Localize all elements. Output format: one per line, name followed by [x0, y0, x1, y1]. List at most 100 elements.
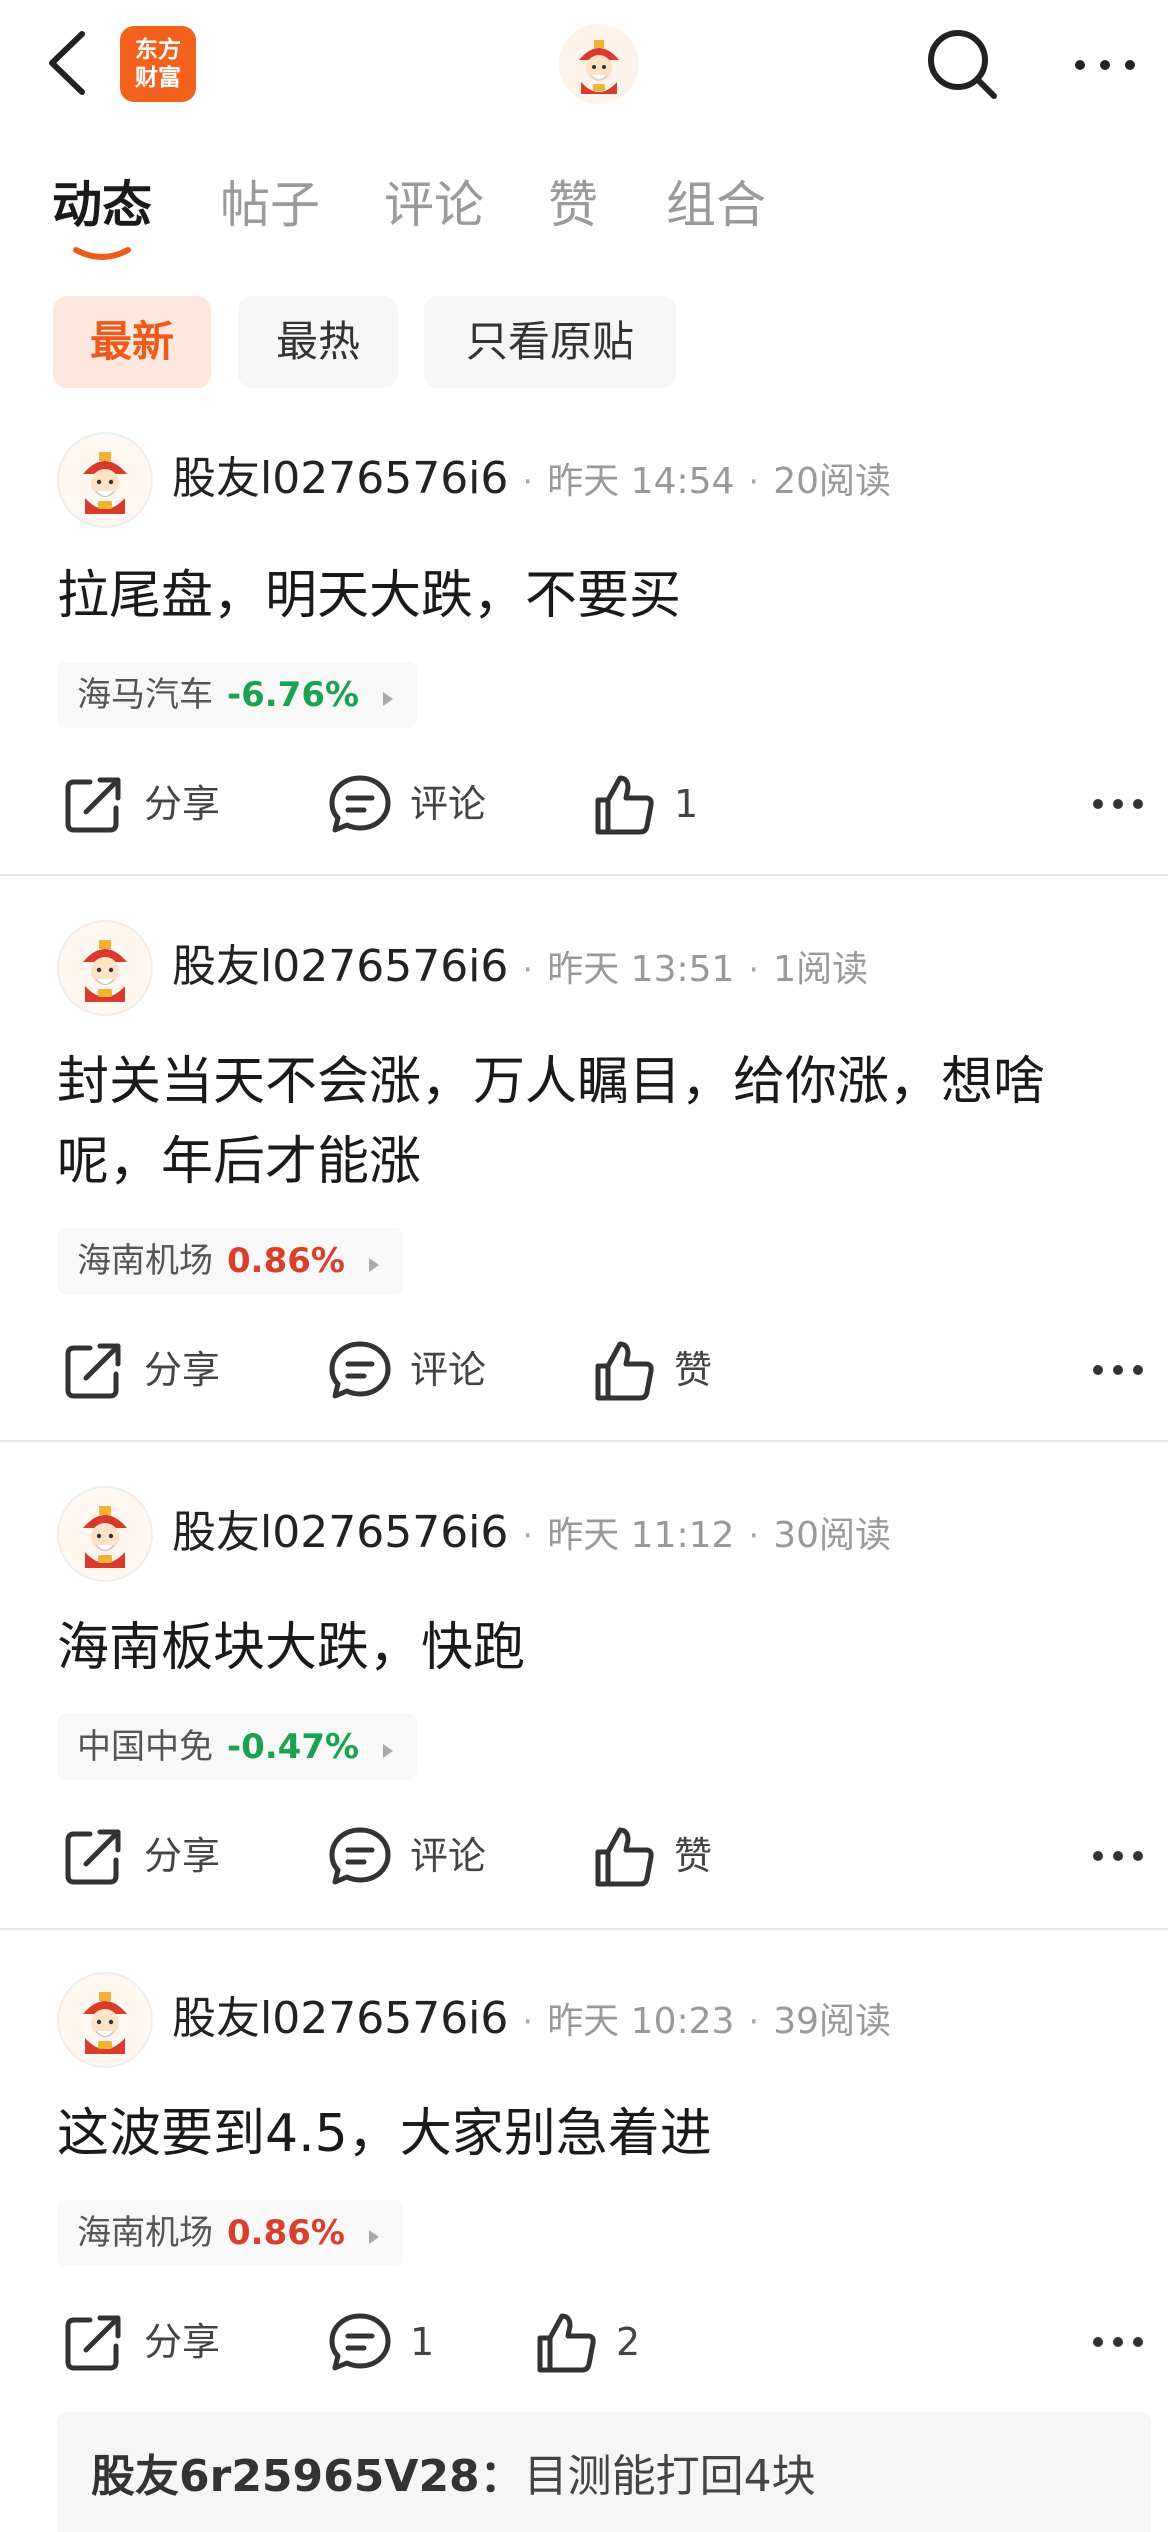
logo-text-line1: 东方 [135, 37, 181, 63]
fortune-god-avatar-icon [61, 436, 149, 524]
post-text[interactable]: 这波要到4.5，大家别急着进 [57, 2094, 1137, 2174]
play-arrow-icon [368, 1257, 379, 1272]
comment-button[interactable]: 评论 [326, 764, 506, 844]
post-time: 昨天 11:12 [547, 1515, 735, 1556]
more-options-button[interactable] [1070, 40, 1140, 90]
avatar[interactable] [57, 1486, 153, 1582]
tab-bar: 动态 帖子 评论 赞 组合 [0, 160, 1168, 270]
share-label: 分享 [144, 782, 221, 826]
more-horizontal-icon [1075, 60, 1135, 70]
stock-name: 海南机场 [77, 1241, 213, 1281]
meta-separator: · [522, 462, 534, 502]
like-button[interactable]: 赞 [590, 1330, 770, 1410]
avatar[interactable] [57, 920, 153, 1016]
comment-button[interactable]: 评论 [326, 1816, 506, 1896]
fortune-god-avatar-icon [61, 1490, 149, 1578]
comment-line: 股友6r25965V28：目测能打回4块 [91, 2442, 816, 2512]
post-text[interactable]: 封关当天不会涨，万人瞩目，给你涨，想啥呢，年后才能涨 [57, 1042, 1137, 1202]
stock-name: 海马汽车 [77, 675, 213, 715]
tab-activity[interactable]: 动态 [52, 170, 152, 240]
thumbs-up-icon [537, 2313, 596, 2373]
post-meta: 股友l0276576i6 · 昨天 10:23 · 39阅读 [172, 1984, 891, 2054]
comment-button[interactable]: 评论 [326, 1330, 506, 1410]
meta-separator: · [748, 462, 760, 502]
stock-tag[interactable]: 海南机场 0.86% [57, 1228, 403, 1294]
comment-button[interactable]: 1 [326, 2302, 466, 2382]
fortune-god-avatar-icon [61, 1976, 149, 2064]
like-label: 赞 [674, 1834, 713, 1878]
username[interactable]: 股友l0276576i6 [172, 453, 508, 504]
comment-count: 1 [410, 2320, 435, 2364]
like-button[interactable]: 1 [590, 764, 770, 844]
profile-avatar[interactable] [557, 22, 641, 106]
post-time: 昨天 13:51 [547, 949, 735, 990]
stock-tag[interactable]: 海马汽车 -6.76% [57, 662, 418, 728]
post-actions: 分享 评论 赞 [0, 1816, 1168, 1896]
tab-likes[interactable]: 赞 [548, 170, 598, 240]
like-count: 1 [674, 782, 699, 826]
share-button[interactable]: 分享 [60, 2302, 240, 2382]
share-label: 分享 [144, 1834, 221, 1878]
read-count: 20阅读 [773, 461, 892, 502]
share-icon [65, 2315, 121, 2371]
post-divider [0, 874, 1168, 876]
back-button[interactable] [40, 28, 100, 98]
more-horizontal-icon[interactable] [1090, 1348, 1146, 1392]
share-label: 分享 [144, 2320, 221, 2364]
comment-icon [329, 775, 391, 833]
post-actions: 分享 1 2 [0, 2302, 1168, 2382]
username[interactable]: 股友l0276576i6 [172, 941, 508, 992]
meta-separator: · [748, 2002, 760, 2042]
tab-posts[interactable]: 帖子 [220, 170, 320, 240]
logo-text-line2: 财富 [135, 65, 181, 91]
search-button[interactable] [922, 24, 1002, 104]
share-button[interactable]: 分享 [60, 764, 240, 844]
search-icon [928, 30, 997, 99]
comment-username[interactable]: 股友6r25965V28： [91, 2451, 524, 2502]
stock-change: 0.86% [227, 2213, 345, 2253]
username[interactable]: 股友l0276576i6 [172, 1993, 508, 2044]
filter-original-only[interactable]: 只看原贴 [424, 296, 676, 388]
avatar[interactable] [57, 432, 153, 528]
stock-tag[interactable]: 海南机场 0.86% [57, 2200, 403, 2266]
tab-comments[interactable]: 评论 [384, 170, 484, 240]
more-horizontal-icon[interactable] [1090, 782, 1146, 826]
post-text[interactable]: 海南板块大跌，快跑 [57, 1608, 1137, 1688]
stock-change: -0.47% [227, 1727, 360, 1767]
stock-name: 中国中免 [77, 1727, 213, 1767]
thumbs-up-icon [595, 1341, 654, 1401]
comment-preview[interactable]: 股友6r25965V28：目测能打回4块 [57, 2412, 1151, 2532]
like-button[interactable]: 2 [532, 2302, 672, 2382]
more-horizontal-icon[interactable] [1090, 1834, 1146, 1878]
share-icon [65, 1829, 121, 1885]
comment-icon [329, 1827, 391, 1885]
chevron-left-icon [49, 31, 85, 95]
meta-separator: · [522, 1516, 534, 1556]
stock-change: 0.86% [227, 1241, 345, 1281]
filter-hottest[interactable]: 最热 [238, 296, 398, 388]
thumbs-up-icon [595, 1827, 654, 1887]
username[interactable]: 股友l0276576i6 [172, 1507, 508, 1558]
app-logo[interactable]: 东方 财富 [120, 26, 196, 102]
stock-tag[interactable]: 中国中免 -0.47% [57, 1714, 418, 1780]
share-button[interactable]: 分享 [60, 1816, 240, 1896]
post-meta: 股友l0276576i6 · 昨天 13:51 · 1阅读 [172, 932, 868, 1002]
meta-separator: · [748, 950, 760, 990]
comment-label: 评论 [410, 1348, 487, 1392]
avatar[interactable] [57, 1972, 153, 2068]
active-tab-indicator [73, 247, 131, 260]
share-label: 分享 [144, 1348, 221, 1392]
thumbs-up-icon [595, 775, 654, 835]
filter-latest[interactable]: 最新 [53, 296, 211, 388]
post-time: 昨天 14:54 [547, 461, 735, 502]
comment-label: 评论 [410, 1834, 487, 1878]
tab-portfolios[interactable]: 组合 [666, 170, 766, 240]
read-count: 30阅读 [773, 1515, 892, 1556]
like-button[interactable]: 赞 [590, 1816, 770, 1896]
more-horizontal-icon[interactable] [1090, 2320, 1146, 2364]
post-divider [0, 1440, 1168, 1442]
like-count: 2 [616, 2320, 641, 2364]
share-button[interactable]: 分享 [60, 1330, 240, 1410]
comment-icon [329, 2313, 391, 2371]
post-text[interactable]: 拉尾盘，明天大跌，不要买 [57, 556, 1137, 636]
